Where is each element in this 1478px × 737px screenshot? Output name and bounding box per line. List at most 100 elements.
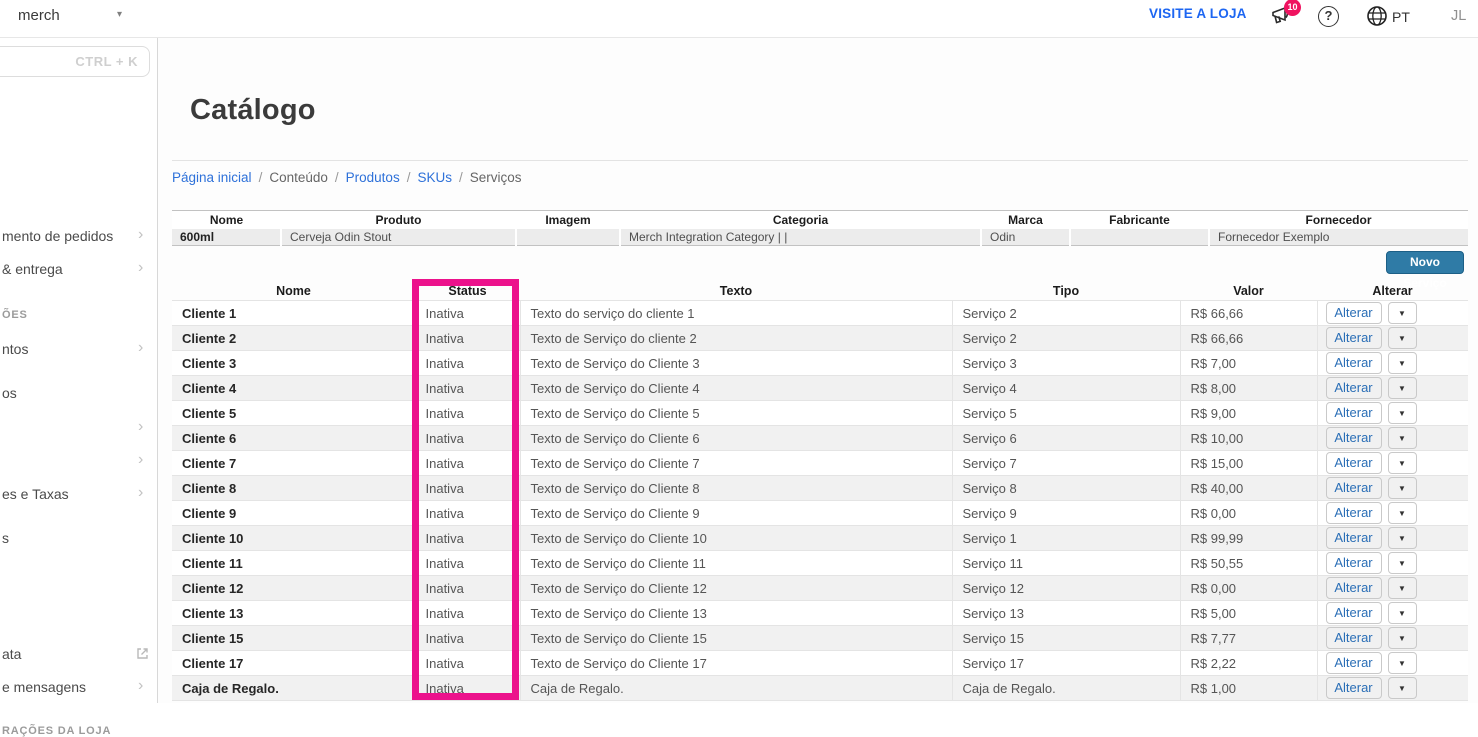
alterar-button[interactable]: Alterar xyxy=(1326,527,1382,549)
store-selector[interactable]: merch xyxy=(18,7,60,24)
alterar-button[interactable]: Alterar xyxy=(1326,677,1382,699)
alterar-dropdown-caret-button[interactable]: ▼ xyxy=(1388,552,1417,574)
sidebar: CTRL + K mento de pedidos›& entrega›ÕESn… xyxy=(0,38,158,703)
service-actions-cell: Alterar ▼ xyxy=(1317,376,1468,401)
alterar-dropdown-caret-button[interactable]: ▼ xyxy=(1388,502,1417,524)
breadcrumb-separator: / xyxy=(407,170,411,185)
service-value-cell: R$ 99,99 xyxy=(1180,526,1317,551)
alterar-button[interactable]: Alterar xyxy=(1326,627,1382,649)
service-type-cell: Serviço 7 xyxy=(952,451,1180,476)
sidebar-item[interactable]: ata xyxy=(0,645,157,666)
alterar-dropdown-caret-button[interactable]: ▼ xyxy=(1388,427,1417,449)
service-actions-cell: Alterar ▼ xyxy=(1317,476,1468,501)
sidebar-item[interactable]: mento de pedidos› xyxy=(0,227,157,248)
sidebar-item[interactable]: os xyxy=(0,384,157,405)
visit-store-link[interactable]: VISITE A LOJA xyxy=(1149,6,1247,21)
alterar-dropdown-caret-button[interactable]: ▼ xyxy=(1388,402,1417,424)
alterar-button[interactable]: Alterar xyxy=(1326,427,1382,449)
breadcrumb-item[interactable]: Página inicial xyxy=(172,170,252,185)
sidebar-item[interactable]: › xyxy=(0,419,157,440)
service-type-cell: Serviço 15 xyxy=(952,626,1180,651)
service-status-cell: Inativa xyxy=(415,326,520,351)
alterar-button[interactable]: Alterar xyxy=(1326,477,1382,499)
alterar-button[interactable]: Alterar xyxy=(1326,652,1382,674)
alterar-button[interactable]: Alterar xyxy=(1326,552,1382,574)
external-link-icon xyxy=(136,647,149,663)
sku-column-header: Produto xyxy=(281,211,516,230)
breadcrumb-separator: / xyxy=(459,170,463,185)
alterar-button[interactable]: Alterar xyxy=(1326,377,1382,399)
help-icon[interactable]: ? xyxy=(1318,6,1339,27)
table-row: Cliente 10InativaTexto de Serviço do Cli… xyxy=(172,526,1468,551)
service-text-cell: Caja de Regalo. xyxy=(520,676,952,701)
alterar-dropdown-caret-button[interactable]: ▼ xyxy=(1388,602,1417,624)
service-value-cell: R$ 7,00 xyxy=(1180,351,1317,376)
service-status-cell: Inativa xyxy=(415,451,520,476)
sidebar-item[interactable]: e mensagens› xyxy=(0,678,157,699)
sidebar-item[interactable]: & entrega› xyxy=(0,260,157,281)
service-text-cell: Texto do serviço do cliente 1 xyxy=(520,301,952,326)
sku-column-header: Fornecedor xyxy=(1209,211,1468,230)
table-row: Cliente 12InativaTexto de Serviço do Cli… xyxy=(172,576,1468,601)
topbar: merch ▾ VISITE A LOJA 10 ? PT JL xyxy=(0,0,1478,38)
service-value-cell: R$ 66,66 xyxy=(1180,326,1317,351)
service-type-cell: Caja de Regalo. xyxy=(952,676,1180,701)
service-actions-cell: Alterar ▼ xyxy=(1317,626,1468,651)
service-name-cell: Cliente 5 xyxy=(172,401,415,426)
service-name-cell: Cliente 6 xyxy=(172,426,415,451)
alterar-dropdown-caret-button[interactable]: ▼ xyxy=(1388,577,1417,599)
alterar-dropdown-caret-button[interactable]: ▼ xyxy=(1388,477,1417,499)
alterar-button[interactable]: Alterar xyxy=(1326,577,1382,599)
sidebar-item[interactable]: s xyxy=(0,529,157,550)
chevron-down-icon[interactable]: ▾ xyxy=(117,9,122,20)
alterar-dropdown-caret-button[interactable]: ▼ xyxy=(1388,677,1417,699)
alterar-button[interactable]: Alterar xyxy=(1326,302,1382,324)
alterar-dropdown-caret-button[interactable]: ▼ xyxy=(1388,302,1417,324)
sku-cell: Cerveja Odin Stout xyxy=(281,229,516,246)
service-actions-cell: Alterar ▼ xyxy=(1317,526,1468,551)
breadcrumb-item[interactable]: Produtos xyxy=(346,170,400,185)
table-row: Cliente 17InativaTexto de Serviço do Cli… xyxy=(172,651,1468,676)
alterar-button[interactable]: Alterar xyxy=(1326,402,1382,424)
services-column-header: Valor xyxy=(1180,282,1317,301)
service-value-cell: R$ 7,77 xyxy=(1180,626,1317,651)
alterar-button[interactable]: Alterar xyxy=(1326,452,1382,474)
sku-column-header: Marca xyxy=(981,211,1070,230)
alterar-button[interactable]: Alterar xyxy=(1326,502,1382,524)
alterar-button[interactable]: Alterar xyxy=(1326,352,1382,374)
service-actions-cell: Alterar ▼ xyxy=(1317,351,1468,376)
alterar-dropdown-caret-button[interactable]: ▼ xyxy=(1388,452,1417,474)
sidebar-item[interactable]: ntos› xyxy=(0,340,157,361)
new-service-button[interactable]: Novo Serviço xyxy=(1386,251,1464,274)
alterar-dropdown-caret-button[interactable]: ▼ xyxy=(1388,377,1417,399)
user-avatar-initials[interactable]: JL xyxy=(1451,8,1466,24)
search-input[interactable]: CTRL + K xyxy=(0,46,150,77)
sidebar-item[interactable]: › xyxy=(0,452,157,473)
alterar-button[interactable]: Alterar xyxy=(1326,327,1382,349)
table-row: Cliente 1InativaTexto do serviço do clie… xyxy=(172,301,1468,326)
breadcrumb-item[interactable]: SKUs xyxy=(417,170,452,185)
service-type-cell: Serviço 1 xyxy=(952,526,1180,551)
sidebar-item-label: & entrega xyxy=(2,261,63,277)
alterar-button[interactable]: Alterar xyxy=(1326,602,1382,624)
service-status-cell: Inativa xyxy=(415,401,520,426)
table-row: Cliente 4InativaTexto de Serviço do Clie… xyxy=(172,376,1468,401)
service-value-cell: R$ 5,00 xyxy=(1180,601,1317,626)
table-row: Cliente 15InativaTexto de Serviço do Cli… xyxy=(172,626,1468,651)
sidebar-item[interactable]: es e Taxas› xyxy=(0,485,157,506)
service-name-cell: Cliente 13 xyxy=(172,601,415,626)
alterar-dropdown-caret-button[interactable]: ▼ xyxy=(1388,652,1417,674)
service-status-cell: Inativa xyxy=(415,301,520,326)
service-name-cell: Cliente 10 xyxy=(172,526,415,551)
alterar-dropdown-caret-button[interactable]: ▼ xyxy=(1388,327,1417,349)
service-status-cell: Inativa xyxy=(415,651,520,676)
globe-language-icon[interactable] xyxy=(1366,5,1392,31)
service-actions-cell: Alterar ▼ xyxy=(1317,301,1468,326)
alterar-dropdown-caret-button[interactable]: ▼ xyxy=(1388,527,1417,549)
service-value-cell: R$ 0,00 xyxy=(1180,576,1317,601)
service-status-cell: Inativa xyxy=(415,676,520,701)
service-value-cell: R$ 9,00 xyxy=(1180,401,1317,426)
alterar-dropdown-caret-button[interactable]: ▼ xyxy=(1388,627,1417,649)
service-value-cell: R$ 40,00 xyxy=(1180,476,1317,501)
alterar-dropdown-caret-button[interactable]: ▼ xyxy=(1388,352,1417,374)
